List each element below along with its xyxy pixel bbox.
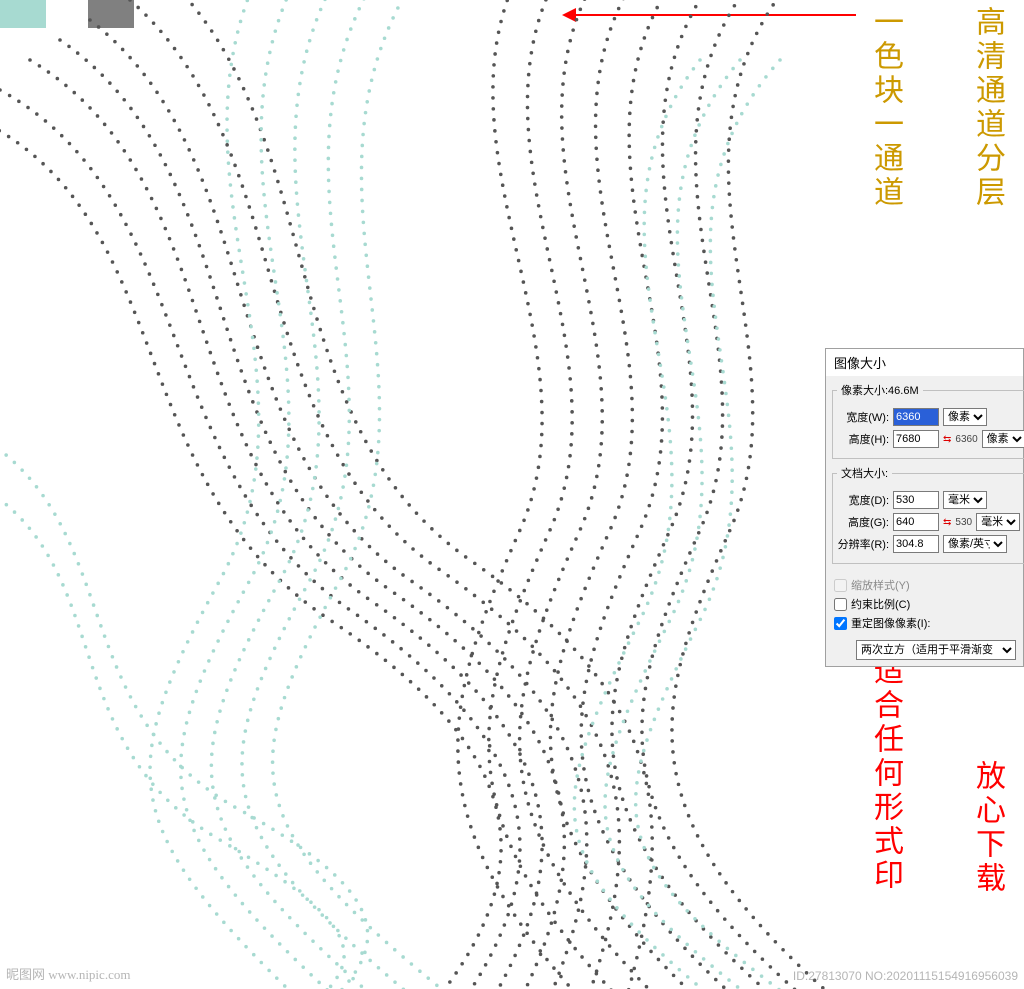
pixel-height-unit-select[interactable]: 像素 [982,430,1024,448]
pixel-height-hint: 6360 [955,434,977,445]
dotted-wave-pattern: .dg { fill:none; stroke:#555555; stroke-… [0,0,825,989]
scale-styles-checkbox [834,579,847,592]
resample-label: 重定图像像素(I): [851,615,930,631]
doc-height-hint: 530 [955,517,972,528]
scale-styles-label: 缩放样式(Y) [851,577,910,593]
constrain-label: 约束比例(C) [851,596,910,612]
annotation-one-color: 一色块一通道 [864,6,906,210]
doc-width-label: 宽度(D): [837,492,889,508]
pixel-width-unit-select[interactable]: 像素 [943,408,987,426]
color-swatch-teal [0,0,46,28]
annotation-suitable-print: 适合任何形式印 [864,655,906,893]
pixel-height-label: 高度(H): [837,431,889,447]
color-swatch-gray [88,0,134,28]
image-size-dialog: 图像大小 像素大小:46.6M 宽度(W): 像素 高度(H): ⇆ 6360 … [825,348,1024,667]
link-icon-2: ⇆ [943,517,951,528]
annotation-hd-channel: 高清通道分层 [966,6,1008,210]
annotation-arrow [576,14,856,16]
dialog-title: 图像大小 [826,349,1023,376]
constrain-checkbox[interactable] [834,598,847,611]
pixel-size-legend: 像素大小:46.6M [837,382,923,398]
pixel-width-input[interactable] [893,408,939,426]
watermark-left: 昵图网 www.nipic.com [6,964,130,983]
resolution-label: 分辨率(R): [837,536,889,552]
doc-height-label: 高度(G): [837,514,889,530]
doc-width-input[interactable] [893,491,939,509]
watermark-right: ID:27813070 NO:20201115154916956039 [793,969,1018,983]
pixel-height-input[interactable] [893,430,939,448]
document-size-group: 文档大小: 宽度(D): 毫米 高度(G): ⇆ 530 毫米 分辨率(R): … [832,465,1024,564]
resample-checkbox[interactable] [834,617,847,630]
doc-width-unit-select[interactable]: 毫米 [943,491,987,509]
resample-method-select[interactable]: 两次立方（适用于平滑渐变 [856,640,1016,660]
resolution-unit-select[interactable]: 像素/英寸 [943,535,1007,553]
doc-height-unit-select[interactable]: 毫米 [976,513,1020,531]
pixel-width-label: 宽度(W): [837,409,889,425]
pixel-size-group: 像素大小:46.6M 宽度(W): 像素 高度(H): ⇆ 6360 像素 [832,382,1024,459]
doc-height-input[interactable] [893,513,939,531]
link-icon: ⇆ [943,434,951,445]
document-size-legend: 文档大小: [837,465,892,481]
resolution-input[interactable] [893,535,939,553]
annotation-safe-download: 放心下载 [966,760,1008,896]
